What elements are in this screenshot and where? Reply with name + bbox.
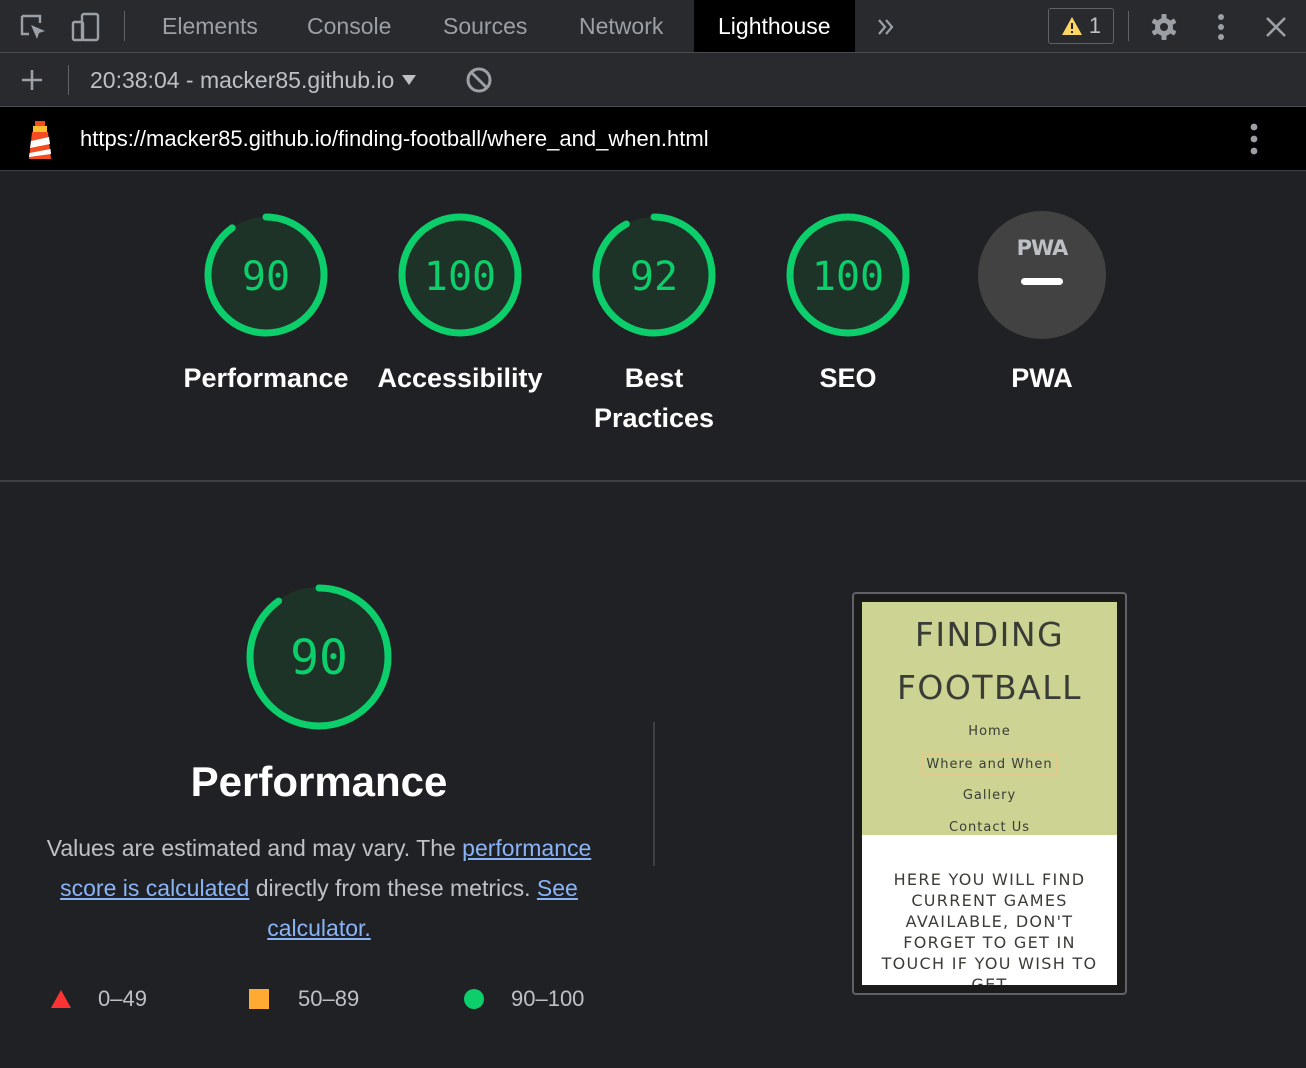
gear-icon[interactable] [1146,9,1182,45]
legend-range: 50–89 [298,986,360,1011]
gauge-score: 100 [812,254,884,300]
device-toolbar-icon[interactable] [68,9,104,45]
report-select[interactable]: 20:38:04 - macker85.github.io [90,53,417,107]
report-select-value: 20:38:04 - macker85.github.io [90,66,395,93]
performance-score: 90 [290,630,348,686]
legend-fail: 0–49 [50,984,147,1014]
gauge-label-line: Practices [593,403,715,433]
site-nav-item-label: Where and When [921,752,1058,776]
tab-elements[interactable]: Elements [162,0,258,52]
site-nav-item-active: Where and When [862,748,1117,780]
site-nav-item: Gallery [962,788,1017,803]
gauge-label-line: Best [624,363,684,393]
warning-count-badge[interactable]: 1 [1048,8,1114,44]
gauge-best-practices[interactable]: 92 Best Practices [559,210,749,438]
kebab-menu-icon[interactable] [1203,9,1239,45]
tab-sources[interactable]: Sources [443,0,527,52]
gauge-score: 92 [630,254,678,300]
gauge-accessibility[interactable]: 100 Accessibility [365,210,555,398]
description-text: Values are estimated and may vary. The [46,835,463,861]
score-ring: 100 [398,213,522,337]
gauge-label: SEO [819,363,877,393]
performance-score-gauge: 90 [244,582,394,737]
svg-text:PWA: PWA [1017,236,1070,260]
tab-lighthouse[interactable]: Lighthouse [694,0,855,52]
score-ring: 92 [592,213,716,337]
circle-icon [464,989,484,1009]
clear-block-icon[interactable] [461,62,497,98]
report-url[interactable]: https://macker85.github.io/finding-footb… [80,107,709,171]
legend-pass: 90–100 [464,984,584,1014]
site-intro-text: HERE YOU WILL FIND CURRENT GAMES AVAILAB… [881,870,1098,985]
tab-console[interactable]: Console [307,0,391,52]
site-title: FINDING FOOTBALL [862,608,1117,714]
section-divider [0,480,1306,482]
warning-count: 1 [1088,13,1102,38]
score-ring: 100 [786,213,910,337]
lighthouse-toolbar: 20:38:04 - macker85.github.io [0,53,1306,107]
screenshot-content: HERE YOU WILL FIND CURRENT GAMES AVAILAB… [862,835,1117,985]
category-gauges: 90 Performance 100 Accessibility 92 Best… [0,172,1306,480]
site-title-line: FINDING [914,615,1065,654]
gauge-label: Performance [183,363,349,393]
tab-network[interactable]: Network [579,0,663,52]
pwa-badge-icon: PWA [978,211,1106,339]
report-menu-icon[interactable] [1250,123,1258,160]
gauge-pwa[interactable]: PWA PWA [947,210,1137,398]
gauge-label: Accessibility [377,363,543,393]
score-ring: 90 [204,213,328,337]
site-nav: Home Where and When Gallery Contact Us [862,716,1117,844]
vertical-divider [653,722,655,866]
close-icon[interactable] [1258,9,1294,45]
dropdown-caret-icon [402,75,417,85]
gauge-label: Best Practices [559,358,749,438]
square-icon [249,989,269,1009]
site-nav-item: Home [968,724,1011,739]
gauge-seo[interactable]: 100 SEO [753,210,943,398]
gauge-performance[interactable]: 90 Performance [171,210,361,398]
performance-description: Values are estimated and may vary. The p… [28,828,610,948]
warning-icon [1061,17,1082,35]
site-title-line: FOOTBALL [896,668,1083,707]
inspect-element-icon[interactable] [15,9,51,45]
report-url-bar: https://macker85.github.io/finding-footb… [0,107,1306,171]
legend-range: 0–49 [98,986,147,1011]
devtools-tab-bar: Elements Console Sources Network Lightho… [0,0,1306,53]
gauge-score: 90 [242,254,290,300]
final-screenshot[interactable]: FINDING FOOTBALL Home Where and When Gal… [852,592,1127,995]
gauge-label: PWA [1011,363,1073,393]
plus-icon[interactable] [14,62,50,98]
screenshot-header: FINDING FOOTBALL Home Where and When Gal… [862,602,1117,835]
triangle-icon [51,990,71,1008]
legend-average: 50–89 [249,984,359,1014]
performance-title: Performance [190,758,448,805]
gauge-score: 100 [424,254,496,300]
legend-range: 90–100 [511,986,585,1011]
chevron-double-right-icon[interactable] [868,9,904,45]
lighthouse-logo-icon [26,121,54,164]
description-text: directly from these metrics. [249,875,537,901]
